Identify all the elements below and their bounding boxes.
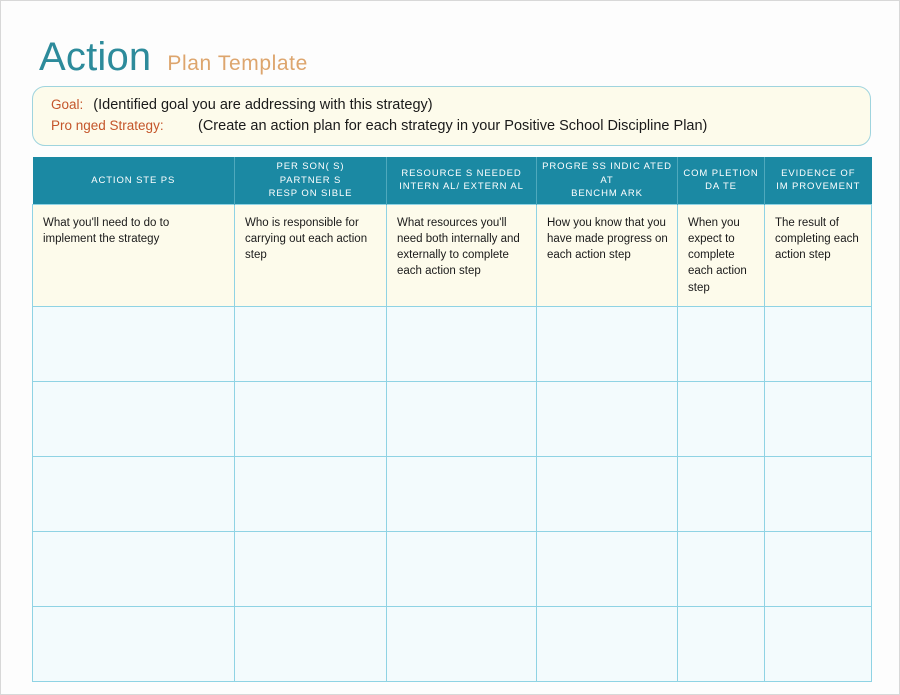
goal-value: (Identified goal you are addressing with… — [93, 97, 433, 113]
entry-cell[interactable] — [386, 306, 537, 383]
goal-label: Goal: — [51, 97, 84, 112]
entry-cell[interactable] — [234, 456, 387, 533]
entry-cell[interactable] — [677, 531, 765, 608]
column-header-5: COM PLETION DA TE — [677, 157, 765, 204]
column-header-line: BENCHM ARK — [571, 187, 643, 199]
column-header-line: RESOURCE S NEEDED — [401, 167, 522, 179]
entry-cell[interactable] — [32, 456, 235, 533]
strategy-value: (Create an action plan for each strategy… — [198, 118, 708, 135]
entry-cell[interactable] — [386, 606, 537, 683]
entry-cell[interactable] — [536, 306, 678, 383]
column-header-4: PROGRE SS INDIC ATED AT BENCHM ARK — [536, 157, 678, 204]
entry-cell[interactable] — [32, 381, 235, 458]
column-header-line: INTERN AL/ EXTERN AL — [399, 181, 524, 193]
table-body: What you'll need to do to implement the … — [32, 203, 872, 683]
entry-cell[interactable] — [32, 306, 235, 383]
table-header-row: ACTION STE PS PER SON( S) PARTNER S RESP ON… — [32, 157, 872, 204]
table-row — [32, 456, 872, 533]
table-row — [32, 606, 872, 683]
page-title: Action Plan Template — [39, 37, 308, 77]
column-header-line: RESP ON SIBLE — [268, 187, 353, 199]
entry-cell[interactable] — [536, 381, 678, 458]
entry-cell[interactable] — [386, 381, 537, 458]
entry-cell[interactable] — [764, 456, 872, 533]
action-plan-table: ACTION STE PS PER SON( S) PARTNER S RESP ON… — [32, 157, 872, 683]
table-row — [32, 381, 872, 458]
strategy-label: Pro nged Strategy: — [51, 118, 164, 134]
column-header-line: PROGRE SS INDIC ATED AT — [542, 161, 672, 186]
table-row: What you'll need to do to implement the … — [32, 203, 872, 308]
column-header-1: ACTION STE PS — [32, 157, 235, 204]
entry-cell[interactable] — [234, 306, 387, 383]
description-cell-2: Who is responsible for carrying out each… — [234, 203, 387, 308]
entry-cell[interactable] — [764, 606, 872, 683]
column-header-line: PARTNER S — [279, 174, 342, 186]
entry-cell[interactable] — [234, 606, 387, 683]
description-cell-6: The result of completing each action ste… — [764, 203, 872, 308]
description-cell-1: What you'll need to do to implement the … — [32, 203, 235, 308]
entry-cell[interactable] — [677, 606, 765, 683]
description-cell-3: What resources you'll need both internal… — [386, 203, 537, 308]
action-plan-page: Action Plan Template Goal: (Identified g… — [0, 0, 900, 695]
column-header-line: IM PROVEMENT — [776, 181, 861, 193]
column-header-line: PER SON( S) — [276, 161, 345, 173]
description-cell-4: How you know that you have made progress… — [536, 203, 678, 308]
entry-cell[interactable] — [677, 381, 765, 458]
strategy-line: Pro nged Strategy: (Create an action pla… — [51, 116, 870, 137]
goal-line: Goal: (Identified goal you are addressin… — [51, 95, 870, 116]
table-row — [32, 306, 872, 383]
entry-cell[interactable] — [386, 456, 537, 533]
entry-cell[interactable] — [536, 456, 678, 533]
column-header-line: COM PLETION — [683, 167, 759, 179]
entry-cell[interactable] — [764, 381, 872, 458]
page-title-main: Action — [39, 35, 152, 79]
entry-cell[interactable] — [234, 381, 387, 458]
entry-cell[interactable] — [677, 456, 765, 533]
column-header-6: EVIDENCE OF IM PROVEMENT — [764, 157, 872, 204]
entry-cell[interactable] — [764, 531, 872, 608]
entry-cell[interactable] — [32, 531, 235, 608]
entry-cell[interactable] — [536, 606, 678, 683]
entry-cell[interactable] — [386, 531, 537, 608]
page-title-sub: Plan Template — [167, 52, 308, 75]
description-cell-5: When you expect to complete each action … — [677, 203, 765, 308]
entry-cell[interactable] — [32, 606, 235, 683]
entry-cell[interactable] — [234, 531, 387, 608]
column-header-2: PER SON( S) PARTNER S RESP ON SIBLE — [234, 157, 387, 204]
goal-strategy-box: Goal: (Identified goal you are addressin… — [32, 86, 871, 146]
entry-cell[interactable] — [677, 306, 765, 383]
column-header-line: DA TE — [705, 181, 737, 193]
entry-cell[interactable] — [536, 531, 678, 608]
table-header: ACTION STE PS PER SON( S) PARTNER S RESP ON… — [32, 157, 872, 204]
column-header-line: ACTION STE PS — [91, 174, 176, 186]
entry-cell[interactable] — [764, 306, 872, 383]
column-header-3: RESOURCE S NEEDED INTERN AL/ EXTERN AL — [386, 157, 537, 204]
table-row — [32, 531, 872, 608]
column-header-line: EVIDENCE OF — [781, 167, 856, 179]
